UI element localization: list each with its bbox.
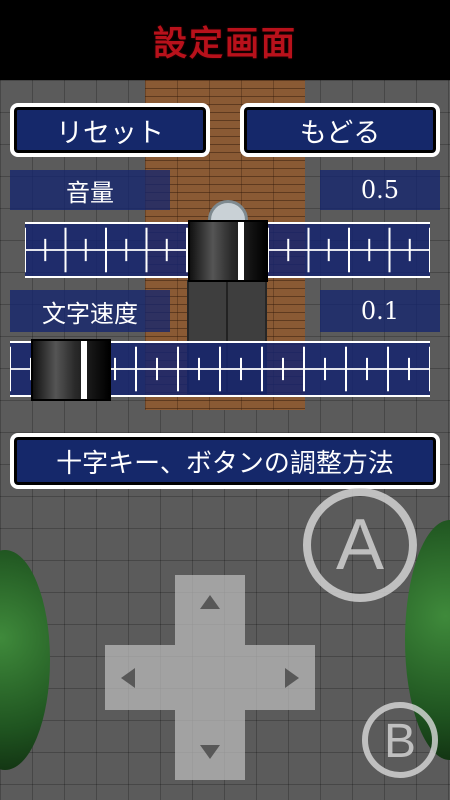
dpad-icon[interactable] <box>105 575 315 780</box>
volume-label-bar: 音量 <box>10 170 170 210</box>
reset-button-label: リセット <box>56 117 164 149</box>
volume-value: 0.5 <box>360 176 400 204</box>
back-button[interactable]: もどる <box>240 103 440 157</box>
text-speed-slider-knob[interactable] <box>31 339 112 401</box>
b-button-label: B <box>384 715 416 768</box>
back-button-label: もどる <box>299 117 381 149</box>
tree-left <box>0 550 50 770</box>
text-speed-label: 文字速度 <box>42 299 138 328</box>
text-speed-slider[interactable] <box>10 339 430 401</box>
reset-button[interactable]: リセット <box>10 103 210 157</box>
title-bar: 設定画面 <box>0 0 450 80</box>
b-button[interactable]: B <box>360 700 440 780</box>
volume-slider[interactable] <box>25 220 430 282</box>
a-button[interactable]: A <box>302 487 418 603</box>
volume-value-bar: 0.5 <box>320 170 440 210</box>
a-button-label: A <box>336 505 384 585</box>
text-speed-value: 0.1 <box>360 297 400 325</box>
text-speed-label-bar: 文字速度 <box>10 290 170 332</box>
page-title: 設定画面 <box>153 23 297 64</box>
volume-label: 音量 <box>66 178 114 207</box>
text-speed-value-bar: 0.1 <box>320 290 440 332</box>
control-adjust-button[interactable]: 十字キー、ボタンの調整方法 <box>10 433 440 489</box>
control-adjust-label: 十字キー、ボタンの調整方法 <box>56 448 394 479</box>
volume-slider-knob[interactable] <box>187 220 268 282</box>
